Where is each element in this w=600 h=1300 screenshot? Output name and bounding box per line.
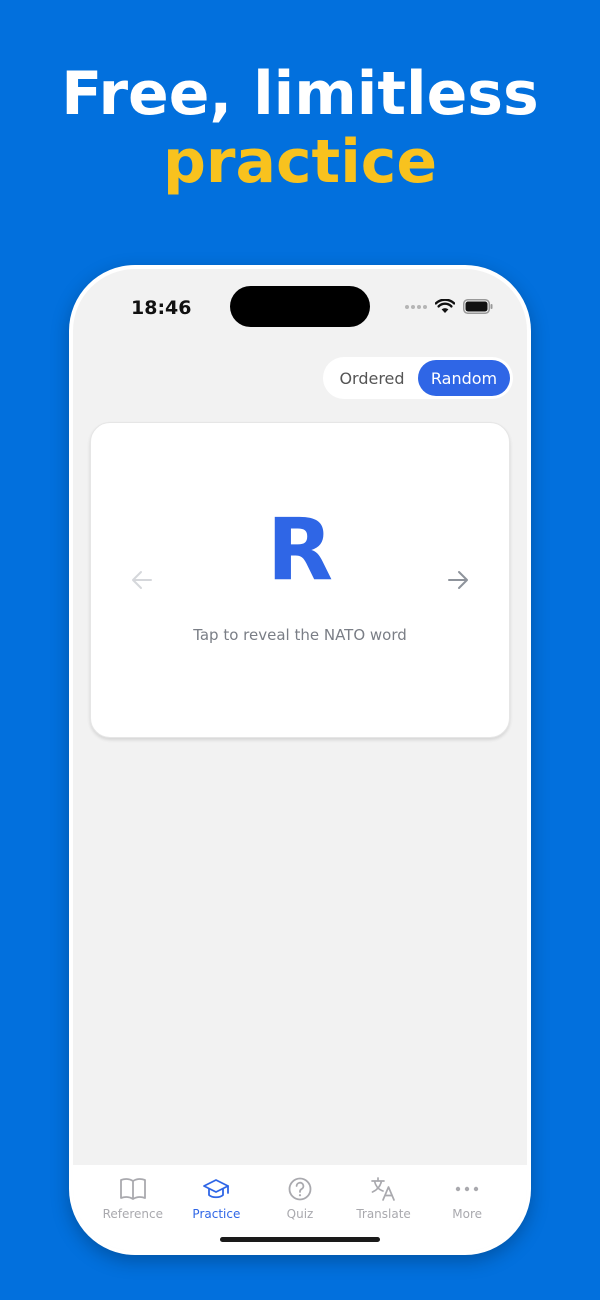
headline: Free, limitless practice xyxy=(0,60,600,196)
reveal-hint: Tap to reveal the NATO word xyxy=(193,626,407,644)
status-bar: 18:46 xyxy=(73,269,527,349)
translate-icon xyxy=(370,1175,398,1203)
ordered-mode-button[interactable]: Ordered xyxy=(326,360,418,396)
more-dots-icon xyxy=(453,1175,481,1203)
tab-translate-label: Translate xyxy=(356,1207,411,1221)
wifi-icon xyxy=(435,299,455,313)
battery-icon xyxy=(463,299,493,314)
phone-frame: 18:46 Ordered Random R Tap to reveal the… xyxy=(69,265,531,1255)
status-time: 18:46 xyxy=(131,297,192,319)
tab-reference-label: Reference xyxy=(102,1207,164,1221)
app-screen: 18:46 Ordered Random R Tap to reveal the… xyxy=(73,269,527,1251)
dynamic-island xyxy=(230,286,370,327)
flashcard[interactable]: R Tap to reveal the NATO word xyxy=(90,422,510,738)
status-icons xyxy=(405,299,493,314)
graduation-cap-icon xyxy=(202,1175,230,1203)
headline-line-1: Free, limitless xyxy=(61,59,539,129)
tab-quiz-label: Quiz xyxy=(286,1207,314,1221)
home-indicator[interactable] xyxy=(220,1237,380,1242)
question-circle-icon xyxy=(286,1175,314,1203)
next-arrow-icon[interactable] xyxy=(445,567,471,593)
random-mode-button[interactable]: Random xyxy=(418,360,510,396)
headline-line-2: practice xyxy=(162,127,438,197)
cellular-signal-icon xyxy=(405,304,427,309)
mode-segmented-control: Ordered Random xyxy=(323,357,513,399)
tab-more[interactable]: More xyxy=(425,1165,509,1251)
tab-practice-label: Practice xyxy=(192,1207,241,1221)
tab-more-label: More xyxy=(452,1207,483,1221)
tab-reference[interactable]: Reference xyxy=(91,1165,175,1251)
book-icon xyxy=(119,1175,147,1203)
